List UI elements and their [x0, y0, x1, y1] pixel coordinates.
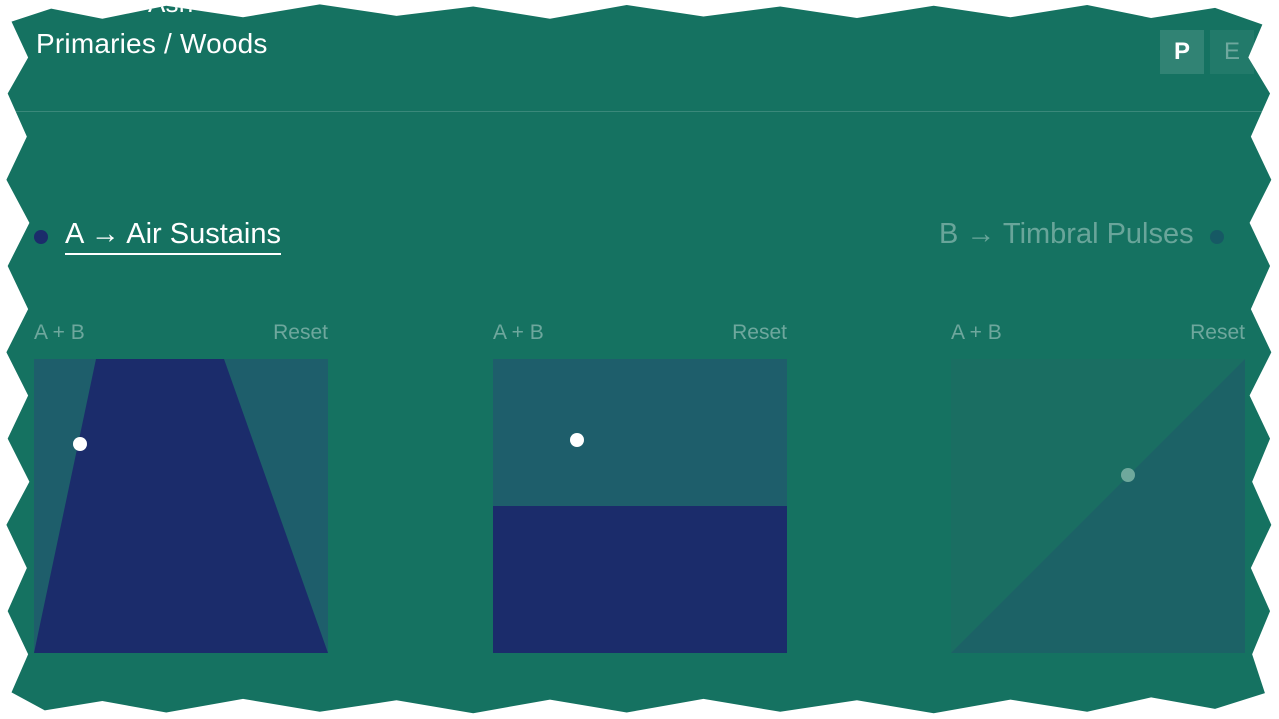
mode-a-label[interactable]: A → Air Sustains	[65, 218, 281, 255]
pad-2-surface[interactable]	[493, 359, 787, 653]
pad-2-thumb[interactable]	[570, 433, 584, 447]
pad-3-thumb[interactable]	[1121, 468, 1135, 482]
xy-pad-3: A + B Reset	[951, 318, 1245, 653]
pad-1-header: A + B Reset	[34, 318, 328, 348]
xy-pad-1: A + B Reset	[34, 318, 328, 653]
mode-b-toggle[interactable]: B → Timbral Pulses	[939, 218, 1224, 255]
app-stage: Ash Primaries / Woods P E A → Air Sustai…	[6, 0, 1272, 714]
pad-1-label: A + B	[34, 321, 85, 344]
pad-3-label: A + B	[951, 321, 1002, 344]
pad-2-fill-shape	[493, 506, 787, 653]
pad-2-header: A + B Reset	[493, 318, 787, 348]
mode-b-label[interactable]: B → Timbral Pulses	[939, 218, 1194, 255]
pad-3-reset-button[interactable]: Reset	[1190, 321, 1245, 345]
mode-a-toggle[interactable]: A → Air Sustains	[34, 218, 281, 255]
pad-3-header: A + B Reset	[951, 318, 1245, 348]
pad-1-reset-button[interactable]: Reset	[273, 321, 328, 345]
pad-3-surface[interactable]	[951, 359, 1245, 653]
breadcrumb[interactable]: Primaries / Woods	[36, 28, 268, 60]
corner-button-secondary[interactable]: E	[1210, 30, 1254, 74]
pad-1-thumb[interactable]	[73, 437, 87, 451]
xy-pad-2: A + B Reset	[493, 318, 787, 653]
breadcrumb-top: Ash	[148, 0, 194, 18]
mode-b-indicator-dot	[1209, 229, 1224, 244]
corner-button-primary[interactable]: P	[1160, 30, 1204, 74]
mode-a-indicator-dot	[34, 229, 48, 244]
pad-2-reset-button[interactable]: Reset	[732, 321, 787, 345]
header-divider	[6, 111, 1272, 112]
pad-2-label: A + B	[493, 321, 544, 344]
pad-1-surface[interactable]	[34, 359, 328, 653]
